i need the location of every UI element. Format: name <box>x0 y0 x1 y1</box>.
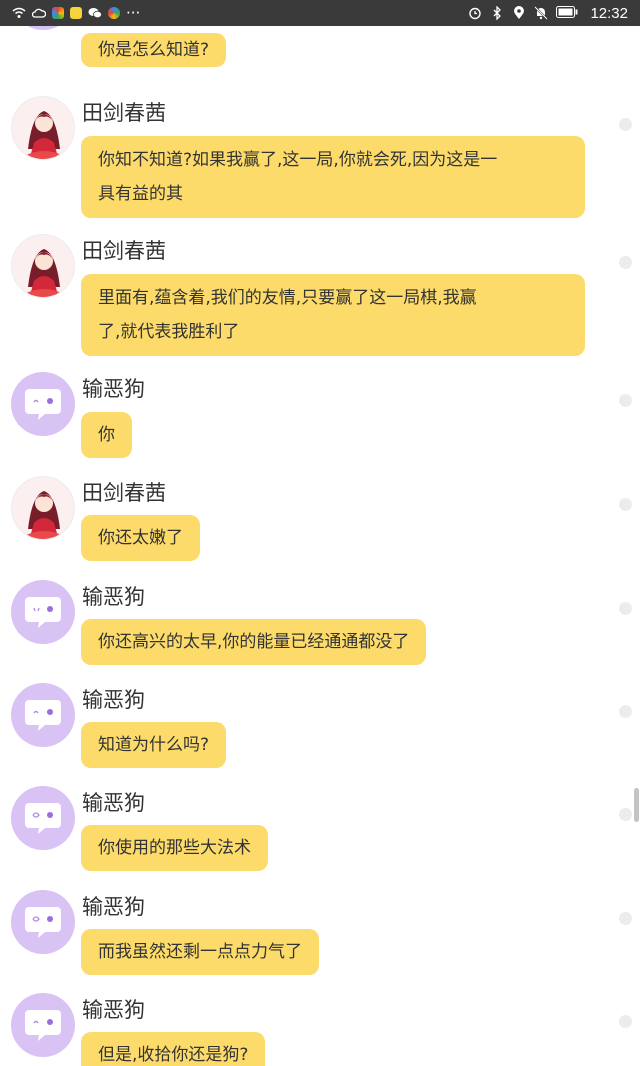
cloud-icon <box>32 6 46 20</box>
bluetooth-icon <box>490 6 504 20</box>
read-status-dot <box>619 118 632 131</box>
chat-message: 田剑春茜 里面有,蕴含着,我们的友情,只要赢了这一局棋,我赢 了,就代表我胜利了 <box>0 232 640 362</box>
message-bubble[interactable]: 里面有,蕴含着,我们的友情,只要赢了这一局棋,我赢 了,就代表我胜利了 <box>81 274 585 356</box>
speech-bubble-avatar-icon <box>25 907 61 938</box>
speech-bubble-avatar-icon <box>25 597 61 628</box>
speech-bubble-avatar-icon <box>25 803 61 834</box>
message-line: 具有益的其 <box>98 184 183 204</box>
avatar[interactable] <box>11 26 75 30</box>
message-line: 而我虽然还剩一点点力气了 <box>98 942 302 962</box>
scrollbar-thumb[interactable] <box>634 788 639 822</box>
status-bar: ··· 12:32 <box>0 0 640 26</box>
read-status-dot <box>619 1015 632 1028</box>
message-line: 你是怎么知道? <box>98 40 210 60</box>
sender-name: 田剑春茜 <box>82 101 166 125</box>
sender-name: 输恶狗 <box>82 585 145 609</box>
message-bubble[interactable]: 你 <box>81 412 132 458</box>
message-bubble[interactable]: 知道为什么吗? <box>81 722 227 768</box>
battery-icon <box>556 4 578 22</box>
status-left-icons: ··· <box>12 4 140 22</box>
chat-message: 田剑春茜 你知不知道?如果我赢了,这一局,你就会死,因为这是一 具有益的其 <box>0 94 640 224</box>
read-status-dot <box>619 256 632 269</box>
anime-girl-avatar-icon <box>12 97 74 159</box>
chat-message: 输恶狗 你还高兴的太早,你的能量已经通通都没了 <box>0 578 640 678</box>
avatar[interactable] <box>11 683 75 747</box>
clock: 12:32 <box>590 4 628 22</box>
sender-name: 输恶狗 <box>82 895 145 919</box>
chat-message-list[interactable]: 你是怎么知道? 田剑春茜 你知不知道?如果我赢了,这一局,你就会死,因为这是一 … <box>0 26 640 1066</box>
read-status-dot <box>619 912 632 925</box>
sender-name: 田剑春茜 <box>82 239 166 263</box>
more-notifications-indicator: ··· <box>126 4 141 22</box>
speech-bubble-avatar-icon <box>25 1010 61 1041</box>
location-icon <box>512 6 526 20</box>
avatar[interactable] <box>11 890 75 954</box>
message-bubble[interactable]: 你知不知道?如果我赢了,这一局,你就会死,因为这是一 具有益的其 <box>81 136 585 218</box>
message-bubble[interactable]: 但是,收拾你还是狗? <box>81 1032 266 1066</box>
message-line: 你 <box>98 425 115 445</box>
chat-message: 田剑春茜 你还太嫩了 <box>0 474 640 574</box>
read-status-dot <box>619 394 632 407</box>
chat-message: 输恶狗 知道为什么吗? <box>0 681 640 781</box>
status-right-icons: 12:32 <box>468 4 628 22</box>
avatar[interactable] <box>11 476 75 540</box>
message-bubble[interactable]: 你还太嫩了 <box>81 515 200 561</box>
message-bubble[interactable]: 你使用的那些大法术 <box>81 825 268 871</box>
app-icon <box>52 7 64 19</box>
anime-girl-avatar-icon <box>12 477 74 539</box>
avatar[interactable] <box>11 580 75 644</box>
message-line: 你知不知道?如果我赢了,这一局,你就会死,因为这是一 <box>98 150 498 170</box>
message-line: 你使用的那些大法术 <box>98 838 251 858</box>
message-line: 你还太嫩了 <box>98 528 183 548</box>
chat-message: 输恶狗 但是,收拾你还是狗? <box>0 991 640 1066</box>
speech-bubble-avatar-icon <box>25 700 61 731</box>
avatar[interactable] <box>11 786 75 850</box>
read-status-dot <box>619 808 632 821</box>
chat-message: 输恶狗 你使用的那些大法术 <box>0 784 640 884</box>
mute-icon <box>534 6 549 20</box>
message-line: 你还高兴的太早,你的能量已经通通都没了 <box>98 632 410 652</box>
sender-name: 输恶狗 <box>82 688 145 712</box>
sender-name: 输恶狗 <box>82 791 145 815</box>
avatar[interactable] <box>11 96 75 160</box>
alarm-icon <box>468 6 482 20</box>
avatar[interactable] <box>11 372 75 436</box>
sender-name: 田剑春茜 <box>82 481 166 505</box>
avatar[interactable] <box>11 234 75 298</box>
message-line: 知道为什么吗? <box>98 735 210 755</box>
message-bubble[interactable]: 而我虽然还剩一点点力气了 <box>81 929 319 975</box>
message-bubble[interactable]: 你还高兴的太早,你的能量已经通通都没了 <box>81 619 427 665</box>
wifi-icon <box>12 6 26 20</box>
chat-message: 输恶狗 你 <box>0 370 640 470</box>
app-icon <box>108 7 120 19</box>
message-line: 但是,收拾你还是狗? <box>98 1045 249 1065</box>
speech-bubble-avatar-icon <box>25 389 61 420</box>
anime-girl-avatar-icon <box>12 235 74 297</box>
sender-name: 输恶狗 <box>82 377 145 401</box>
avatar[interactable] <box>11 993 75 1057</box>
read-status-dot <box>619 498 632 511</box>
wechat-icon <box>88 6 102 20</box>
message-line: 了,就代表我胜利了 <box>98 322 240 342</box>
sender-name: 输恶狗 <box>82 998 145 1022</box>
read-status-dot <box>619 705 632 718</box>
emoji-app-icon <box>70 7 82 19</box>
message-bubble[interactable]: 你是怎么知道? <box>81 33 227 67</box>
message-line: 里面有,蕴含着,我们的友情,只要赢了这一局棋,我赢 <box>98 288 477 308</box>
chat-message: 输恶狗 而我虽然还剩一点点力气了 <box>0 888 640 988</box>
chat-message: 你是怎么知道? <box>0 26 640 76</box>
read-status-dot <box>619 602 632 615</box>
